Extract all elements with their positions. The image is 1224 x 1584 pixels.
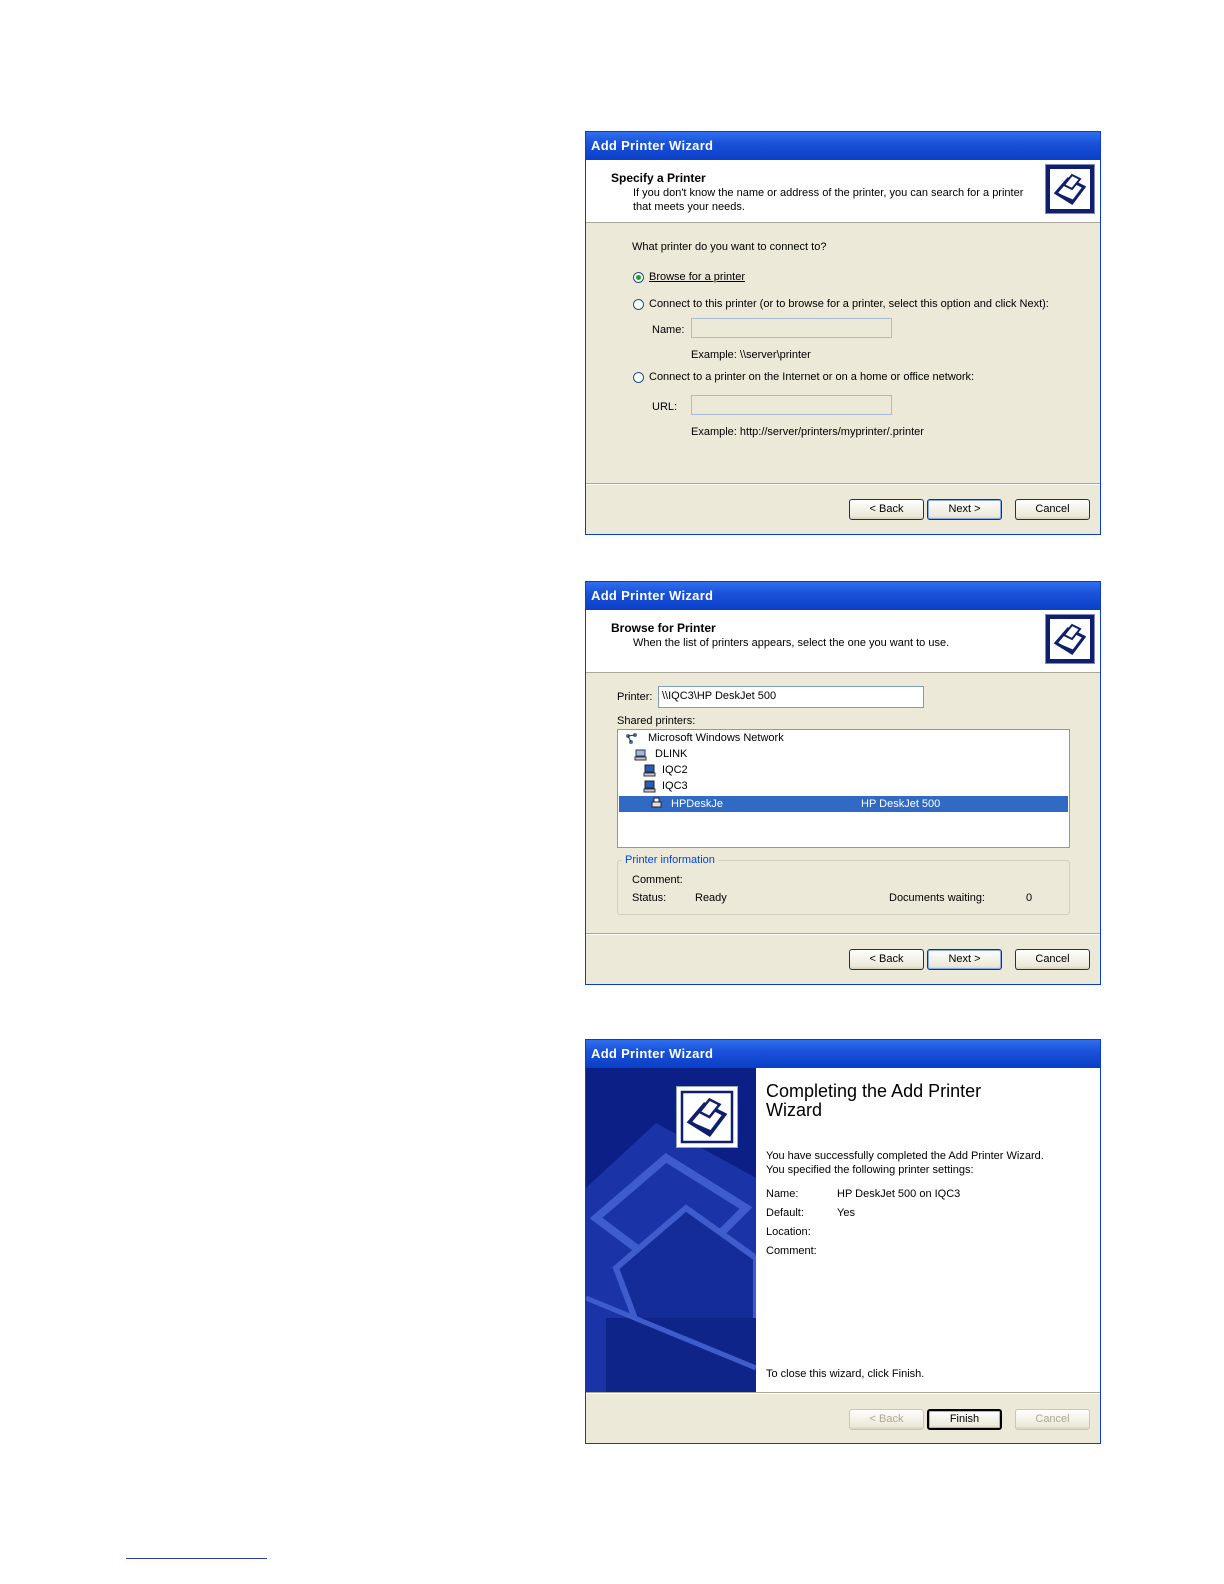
domain-icon xyxy=(634,749,647,761)
back-button[interactable]: < Back xyxy=(849,499,924,520)
shared-printers-label: Shared printers: xyxy=(617,715,696,727)
footer-rule xyxy=(126,1558,267,1559)
comment-label: Comment: xyxy=(632,874,683,886)
name-label: Name: xyxy=(766,1188,799,1200)
completion-heading-line2: Wizard xyxy=(766,1100,823,1120)
tree-item-hpdeskjet[interactable]: HPDeskJe HP DeskJet 500 xyxy=(619,796,1068,812)
wizard-header: Specify a Printer If you don't know the … xyxy=(586,160,1100,223)
printer-label: Printer: xyxy=(617,691,653,703)
back-button[interactable]: < Back xyxy=(849,1409,924,1430)
header-description: If you don't know the name or address of… xyxy=(633,187,1024,213)
computer-icon xyxy=(643,780,656,793)
tree-item-network[interactable]: Microsoft Windows Network xyxy=(648,730,784,746)
printer-information-title: Printer information xyxy=(622,854,718,866)
comment-label: Comment: xyxy=(766,1245,817,1257)
status-label: Status: xyxy=(632,892,667,904)
header-title: Specify a Printer xyxy=(611,171,706,185)
wizard-completing: Add Printer Wizard Completing the Add Pr… xyxy=(585,1039,1101,1444)
finish-button[interactable]: Finish xyxy=(927,1409,1002,1430)
name-example: Example: \\server\printer xyxy=(691,349,811,361)
status-value: Ready xyxy=(695,892,727,904)
tree-item-iqc3[interactable]: IQC3 xyxy=(662,778,688,794)
title-bar[interactable]: Add Printer Wizard xyxy=(586,1040,1100,1068)
url-label: URL: xyxy=(652,401,678,413)
completion-panel: Completing the Add Printer Wizard You ha… xyxy=(586,1068,1100,1392)
wizard-header: Browse for Printer When the list of prin… xyxy=(586,610,1100,673)
documents-waiting-value: 0 xyxy=(1026,892,1033,904)
browse-option-label[interactable]: Browse for a printer xyxy=(649,271,745,283)
printer-icon xyxy=(1045,614,1095,664)
next-button[interactable]: Next > xyxy=(927,949,1002,970)
documents-waiting-label: Documents waiting: xyxy=(889,892,985,904)
cancel-button[interactable]: Cancel xyxy=(1015,949,1090,970)
shared-printers-tree[interactable]: Microsoft Windows Network DLINK IQC2 IQC… xyxy=(617,729,1070,848)
button-separator xyxy=(586,483,1100,485)
url-input[interactable] xyxy=(691,395,892,415)
computer-icon xyxy=(643,764,656,777)
internet-radio[interactable] xyxy=(633,372,644,383)
network-icon xyxy=(626,733,637,744)
wizard-banner xyxy=(586,1068,756,1392)
button-separator xyxy=(586,933,1100,935)
location-label: Location: xyxy=(766,1226,811,1238)
connect-radio[interactable] xyxy=(633,299,644,310)
browse-radio[interactable] xyxy=(633,272,644,283)
cancel-button[interactable]: Cancel xyxy=(1015,499,1090,520)
internet-option-label[interactable]: Connect to a printer on the Internet or … xyxy=(649,371,974,383)
title-bar[interactable]: Add Printer Wizard xyxy=(586,582,1100,610)
wizard-browse-printer: Add Printer Wizard Browse for Printer Wh… xyxy=(585,581,1101,985)
connect-option-label[interactable]: Connect to this printer (or to browse fo… xyxy=(649,298,1049,310)
printer-icon xyxy=(676,1086,738,1148)
close-instruction: To close this wizard, click Finish. xyxy=(766,1368,925,1380)
name-label: Name: xyxy=(652,324,685,336)
title-bar[interactable]: Add Printer Wizard xyxy=(586,132,1100,160)
printer-share-name: HPDeskJe xyxy=(671,798,723,810)
default-value: Yes xyxy=(837,1207,855,1219)
header-description: When the list of printers appears, selec… xyxy=(633,637,950,649)
printer-icon xyxy=(651,797,662,808)
url-example: Example: http://server/printers/myprinte… xyxy=(691,426,924,438)
question-text: What printer do you want to connect to? xyxy=(632,241,827,253)
name-input[interactable] xyxy=(691,318,892,338)
next-button[interactable]: Next > xyxy=(927,499,1002,520)
button-separator xyxy=(586,1392,1100,1394)
default-label: Default: xyxy=(766,1207,804,1219)
back-button[interactable]: < Back xyxy=(849,949,924,970)
wizard-specify-printer: Add Printer Wizard Specify a Printer If … xyxy=(585,131,1101,535)
header-title: Browse for Printer xyxy=(611,621,716,635)
cancel-button[interactable]: Cancel xyxy=(1015,1409,1090,1430)
name-value: HP DeskJet 500 on IQC3 xyxy=(837,1188,961,1200)
printer-information-group xyxy=(617,860,1070,915)
printer-icon xyxy=(1045,164,1095,214)
tree-item-dlink[interactable]: DLINK xyxy=(655,746,687,762)
completion-desc-line1: You have successfully completed the Add … xyxy=(766,1150,1044,1162)
completion-desc-line2: You specified the following printer sett… xyxy=(766,1164,974,1176)
printer-model-name: HP DeskJet 500 xyxy=(861,798,941,810)
completion-heading-line1: Completing the Add Printer xyxy=(766,1081,982,1101)
tree-item-iqc2[interactable]: IQC2 xyxy=(662,762,688,778)
printer-input[interactable]: \\IQC3\HP DeskJet 500 xyxy=(658,686,924,708)
